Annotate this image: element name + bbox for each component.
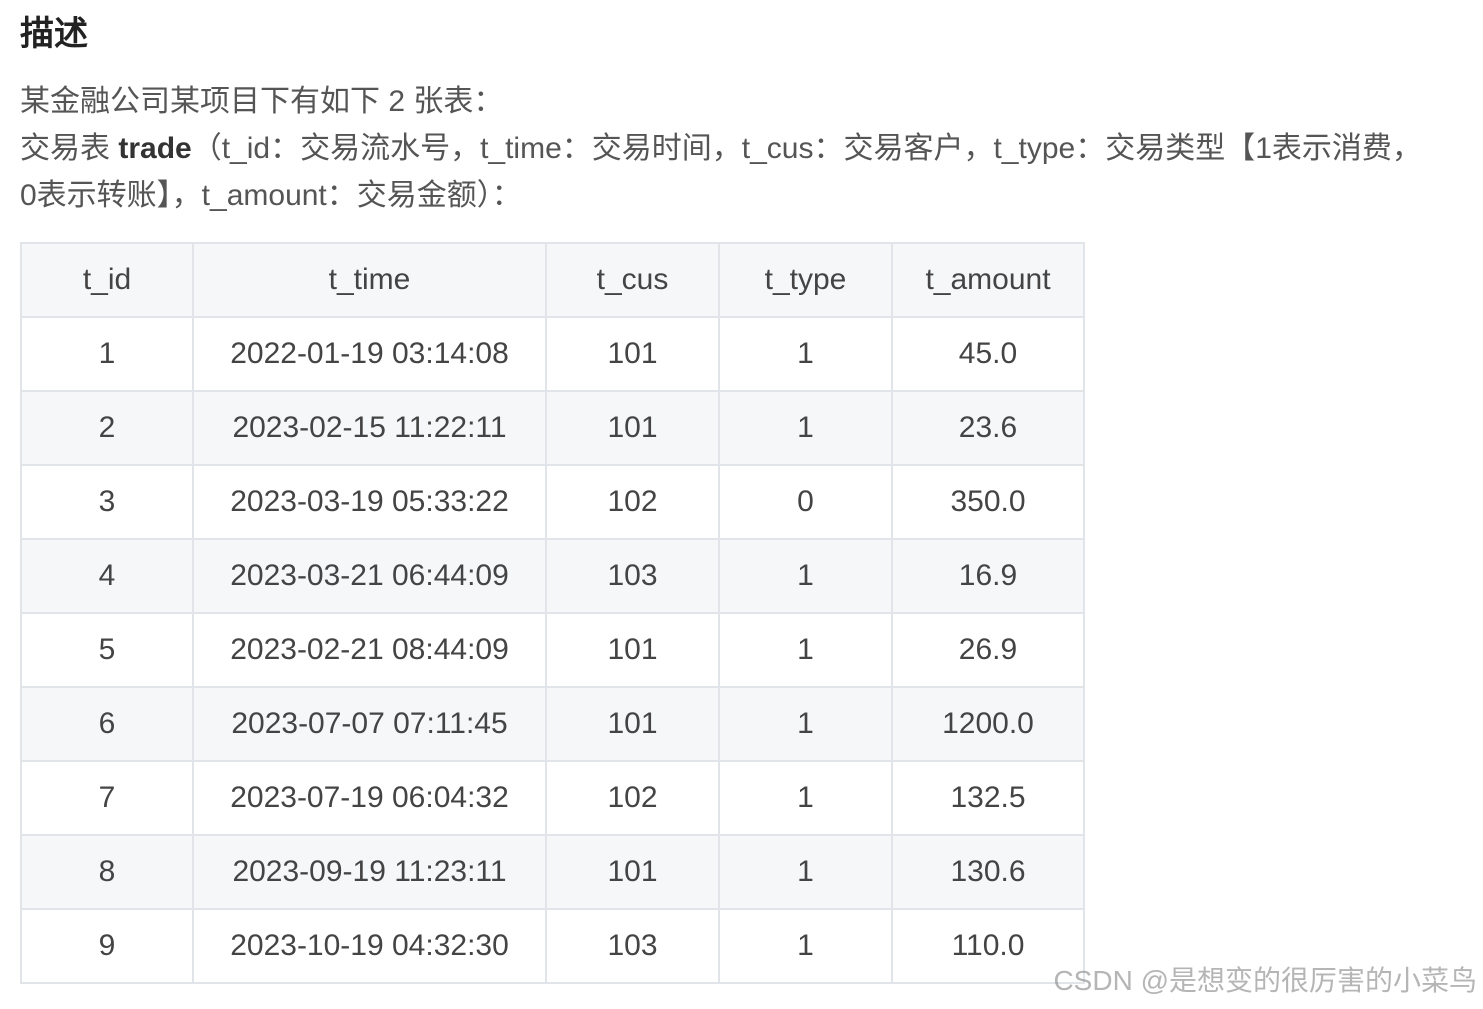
table-header-row: t_id t_time t_cus t_type t_amount bbox=[20, 242, 1085, 318]
cell-t-time: 2023-02-21 08:44:09 bbox=[192, 612, 547, 688]
cell-t-cus: 103 bbox=[545, 908, 720, 984]
cell-t-cus: 101 bbox=[545, 686, 720, 762]
cell-t-cus: 103 bbox=[545, 538, 720, 614]
cell-t-time: 2022-01-19 03:14:08 bbox=[192, 316, 547, 392]
cell-t-cus: 101 bbox=[545, 834, 720, 910]
cell-t-id: 5 bbox=[20, 612, 194, 688]
intro-line-2: 交易表 trade（t_id：交易流水号，t_time：交易时间，t_cus：交… bbox=[20, 125, 1480, 172]
intro-line-1: 某金融公司某项目下有如下 2 张表： bbox=[20, 85, 504, 118]
trade-table: t_id t_time t_cus t_type t_amount 1 2022-… bbox=[20, 242, 1085, 984]
cell-t-amount: 16.9 bbox=[891, 538, 1085, 614]
cell-t-amount: 132.5 bbox=[891, 760, 1085, 836]
cell-t-id: 6 bbox=[20, 686, 194, 762]
cell-t-cus: 101 bbox=[545, 316, 720, 392]
cell-t-cus: 101 bbox=[545, 390, 720, 466]
cell-t-type: 0 bbox=[718, 464, 893, 540]
cell-t-id: 4 bbox=[20, 538, 194, 614]
cell-t-id: 1 bbox=[20, 316, 194, 392]
cell-t-type: 1 bbox=[718, 760, 893, 836]
intro-line-2-prefix: 交易表 bbox=[20, 132, 119, 165]
cell-t-time: 2023-03-21 06:44:09 bbox=[192, 538, 547, 614]
cell-t-type: 1 bbox=[718, 908, 893, 984]
table-row: 1 2022-01-19 03:14:08 101 1 45.0 bbox=[20, 316, 1085, 392]
cell-t-type: 1 bbox=[718, 390, 893, 466]
cell-t-time: 2023-10-19 04:32:30 bbox=[192, 908, 547, 984]
cell-t-amount: 45.0 bbox=[891, 316, 1085, 392]
column-header-t-id: t_id bbox=[20, 242, 194, 318]
cell-t-id: 7 bbox=[20, 760, 194, 836]
intro-line-3: 0表示转账】，t_amount：交易金额）： bbox=[20, 179, 522, 212]
cell-t-time: 2023-07-07 07:11:45 bbox=[192, 686, 547, 762]
cell-t-time: 2023-07-19 06:04:32 bbox=[192, 760, 547, 836]
column-header-t-type: t_type bbox=[718, 242, 893, 318]
cell-t-type: 1 bbox=[718, 686, 893, 762]
table-row: 2 2023-02-15 11:22:11 101 1 23.6 bbox=[20, 390, 1085, 466]
cell-t-type: 1 bbox=[718, 316, 893, 392]
table-name: trade bbox=[118, 132, 192, 165]
section-heading: 描述 bbox=[20, 15, 88, 53]
cell-t-amount: 1200.0 bbox=[891, 686, 1085, 762]
watermark: CSDN @是想变的很厉害的小菜鸟 bbox=[1053, 965, 1477, 996]
cell-t-cus: 101 bbox=[545, 612, 720, 688]
table-body: 1 2022-01-19 03:14:08 101 1 45.0 2 2023-02-15 … bbox=[20, 316, 1085, 984]
cell-t-type: 1 bbox=[718, 834, 893, 910]
table-row: 7 2023-07-19 06:04:32 102 1 132.5 bbox=[20, 760, 1085, 836]
description: 某金融公司某项目下有如下 2 张表： 交易表 trade（t_id：交易流水号，… bbox=[20, 78, 1480, 219]
cell-t-id: 9 bbox=[20, 908, 194, 984]
cell-t-amount: 26.9 bbox=[891, 612, 1085, 688]
cell-t-amount: 23.6 bbox=[891, 390, 1085, 466]
cell-t-time: 2023-02-15 11:22:11 bbox=[192, 390, 547, 466]
column-header-t-cus: t_cus bbox=[545, 242, 720, 318]
table-row: 4 2023-03-21 06:44:09 103 1 16.9 bbox=[20, 538, 1085, 614]
cell-t-cus: 102 bbox=[545, 760, 720, 836]
table-row: 9 2023-10-19 04:32:30 103 1 110.0 bbox=[20, 908, 1085, 984]
cell-t-id: 2 bbox=[20, 390, 194, 466]
cell-t-id: 3 bbox=[20, 464, 194, 540]
table-row: 6 2023-07-07 07:11:45 101 1 1200.0 bbox=[20, 686, 1085, 762]
intro-line-2-rest: （t_id：交易流水号，t_time：交易时间，t_cus：交易客户，t_typ… bbox=[191, 132, 1422, 165]
table-row: 3 2023-03-19 05:33:22 102 0 350.0 bbox=[20, 464, 1085, 540]
cell-t-amount: 130.6 bbox=[891, 834, 1085, 910]
table-row: 8 2023-09-19 11:23:11 101 1 130.6 bbox=[20, 834, 1085, 910]
cell-t-cus: 102 bbox=[545, 464, 720, 540]
cell-t-time: 2023-03-19 05:33:22 bbox=[192, 464, 547, 540]
table-row: 5 2023-02-21 08:44:09 101 1 26.9 bbox=[20, 612, 1085, 688]
column-header-t-time: t_time bbox=[192, 242, 547, 318]
cell-t-type: 1 bbox=[718, 612, 893, 688]
cell-t-type: 1 bbox=[718, 538, 893, 614]
cell-t-time: 2023-09-19 11:23:11 bbox=[192, 834, 547, 910]
column-header-t-amount: t_amount bbox=[891, 242, 1085, 318]
cell-t-amount: 350.0 bbox=[891, 464, 1085, 540]
cell-t-id: 8 bbox=[20, 834, 194, 910]
